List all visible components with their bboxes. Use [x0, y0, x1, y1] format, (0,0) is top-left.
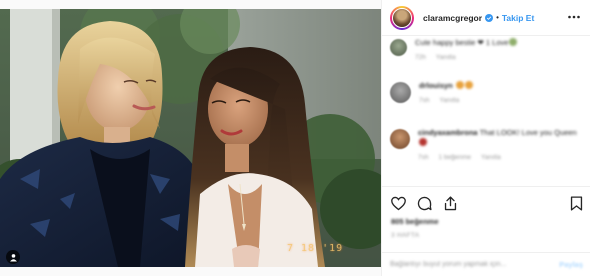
comment-list: Cute happy bestie ❤ 1 Love 72h Yanıtla d…: [382, 36, 590, 184]
bookmark-icon[interactable]: [568, 195, 585, 212]
comment-meta: 7sh Yanıtla: [419, 97, 473, 104]
commenter-avatar[interactable]: [390, 39, 407, 56]
comment-username[interactable]: drlouisyn: [419, 81, 453, 90]
post-photo[interactable]: 7 18 '19: [0, 9, 381, 267]
share-icon[interactable]: [442, 195, 459, 212]
post-age: 3 HAFTA: [391, 232, 420, 239]
comment-time: 7sh: [418, 154, 429, 161]
reply-link[interactable]: Yanıtla: [481, 154, 501, 161]
reply-link[interactable]: Yanıtla: [436, 54, 456, 61]
post-side-panel: claramcgregor • Takip Et Cute happy best…: [381, 0, 590, 276]
comment-meta: 7sh 1 beğenme Yanıtla: [418, 154, 585, 161]
comment-input[interactable]: Bağlantıyı buyut yorum yapmak için...: [390, 261, 559, 268]
commenter-avatar[interactable]: [390, 82, 411, 103]
comment-item: Cute happy bestie ❤ 1 Love 72h Yanıtla: [390, 38, 585, 61]
comment-time: 7sh: [419, 97, 430, 104]
post-header: claramcgregor • Takip Et: [382, 0, 590, 36]
author-avatar[interactable]: [390, 5, 414, 30]
post-actions-bar: [382, 186, 590, 218]
follow-button[interactable]: Takip Et: [502, 13, 534, 23]
like-count[interactable]: 805 beğenme: [391, 217, 439, 226]
verified-badge-icon: [485, 13, 494, 22]
comment-text: cindyaxambrona That LOOK! Love you Queen: [418, 128, 585, 148]
comment-likes[interactable]: 1 beğenme: [438, 154, 471, 161]
reply-link[interactable]: Yanıtla: [439, 97, 459, 104]
comment-item: drlouisyn 7sh Yanıtla: [390, 81, 585, 104]
like-heart-icon[interactable]: [390, 195, 407, 212]
comment-item: cindyaxambrona That LOOK! Love you Queen…: [390, 128, 585, 161]
author-username[interactable]: claramcgregor: [423, 13, 482, 23]
photo-illustration: [0, 9, 381, 267]
comment-bubble-icon[interactable]: [416, 195, 433, 212]
comment-time: 72h: [415, 54, 426, 61]
instagram-post-view: 7 18 '19 claramcgregor • Takip Et Cute h…: [0, 0, 590, 276]
header-separator: •: [496, 13, 499, 22]
user-tag-icon[interactable]: [6, 250, 20, 264]
add-comment-bar: Bağlantıyı buyut yorum yapmak için... Pa…: [382, 252, 590, 276]
commenter-avatar[interactable]: [390, 129, 410, 149]
more-options-icon[interactable]: [567, 12, 581, 22]
comment-text: Cute happy bestie ❤ 1 Love: [415, 38, 518, 48]
comment-text: drlouisyn: [419, 81, 473, 91]
person-icon: [9, 253, 17, 262]
post-comment-button[interactable]: Paylaş: [559, 260, 583, 269]
comment-meta: 72h Yanıtla: [415, 54, 517, 61]
comment-username[interactable]: cindyaxambrona: [418, 128, 478, 137]
photo-date-stamp: 7 18 '19: [287, 243, 344, 254]
